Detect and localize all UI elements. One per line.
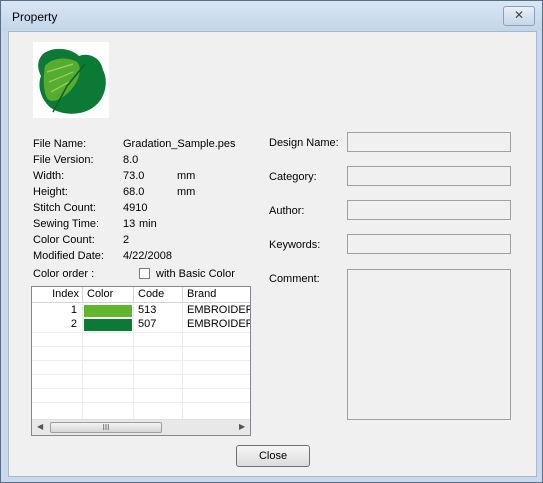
basic-color-checkbox[interactable] [139, 268, 150, 279]
comment-label: Comment: [269, 273, 320, 285]
width-label: Width: [33, 170, 65, 182]
row-brand: EMBROIDERY [187, 304, 250, 316]
design-name-field[interactable] [347, 132, 511, 152]
file-version-value: 8.0 [123, 154, 139, 166]
file-name-label: File Name: [33, 138, 87, 150]
file-version-label: File Version: [33, 154, 94, 166]
column-header-index[interactable]: Index [32, 287, 83, 303]
basic-color-label[interactable]: with Basic Color [156, 268, 235, 280]
row-color-swatch [84, 305, 132, 317]
design-thumbnail [33, 42, 109, 118]
column-header-brand[interactable]: Brand [183, 287, 250, 303]
height-unit: mm [177, 186, 196, 198]
height-label: Height: [33, 186, 68, 198]
window-close-button[interactable]: ✕ [503, 6, 535, 26]
window-title: Property [12, 10, 58, 24]
author-field[interactable] [347, 200, 511, 220]
keywords-field[interactable] [347, 234, 511, 254]
row-color-swatch [84, 319, 132, 331]
category-field[interactable] [347, 166, 511, 186]
stitch-count-value: 4910 [123, 202, 148, 214]
color-count-label: Color Count: [33, 234, 95, 246]
title-bar[interactable]: Property ✕ [1, 1, 542, 31]
design-name-label: Design Name: [269, 137, 339, 149]
file-name-value: Gradation_Sample.pes [123, 138, 236, 150]
table-row[interactable]: 2 507 EMBROIDERY [32, 318, 250, 332]
row-code: 513 [138, 304, 157, 316]
row-code: 507 [138, 318, 157, 330]
modified-date-label: Modified Date: [33, 250, 104, 262]
close-button[interactable]: Close [236, 445, 310, 467]
modified-date-value: 4/22/2008 [123, 250, 172, 262]
width-unit: mm [177, 170, 196, 182]
column-header-code[interactable]: Code [134, 287, 183, 303]
row-index: 1 [70, 304, 77, 316]
scroll-left-icon[interactable]: ◀ [37, 422, 43, 431]
width-value: 73.0 [123, 170, 145, 182]
color-order-label: Color order : [33, 268, 95, 280]
author-label: Author: [269, 205, 305, 217]
color-count-value: 2 [123, 234, 130, 246]
keywords-label: Keywords: [269, 239, 321, 251]
column-header-color[interactable]: Color [83, 287, 134, 303]
category-label: Category: [269, 171, 317, 183]
stitch-count-label: Stitch Count: [33, 202, 96, 214]
color-order-list[interactable]: Index Color Code Brand 1 513 EMBROIDERY … [31, 286, 251, 436]
sewing-time-label: Sewing Time: [33, 218, 100, 230]
row-index: 2 [70, 318, 77, 330]
comment-field[interactable] [347, 269, 511, 420]
row-brand: EMBROIDERY [187, 318, 250, 330]
scroll-thumb[interactable]: III [50, 422, 162, 433]
height-value: 68.0 [123, 186, 145, 198]
sewing-time-value: 13 [123, 218, 136, 230]
dialog-body: File Name: Gradation_Sample.pes File Ver… [8, 31, 537, 477]
scroll-right-icon[interactable]: ▶ [239, 422, 245, 431]
table-row[interactable]: 1 513 EMBROIDERY [32, 304, 250, 318]
horizontal-scrollbar[interactable]: ◀ III ▶ [32, 419, 250, 435]
property-dialog: Property ✕ File Name: Gradation_Sample.p… [0, 0, 543, 483]
sewing-time-unit: min [139, 218, 157, 230]
